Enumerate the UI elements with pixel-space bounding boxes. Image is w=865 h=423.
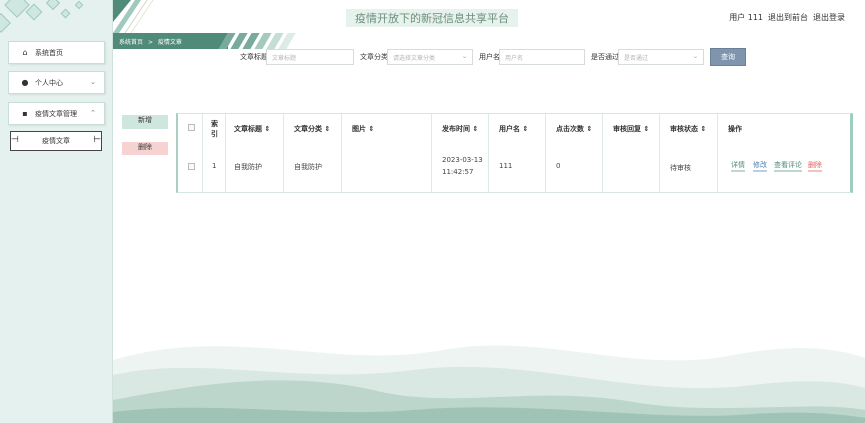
cell-clicks: 0 xyxy=(556,162,561,170)
column-header-title[interactable]: 文章标题 ⇕ xyxy=(234,124,270,134)
breadcrumb-separator: > xyxy=(147,39,153,46)
column-header-category[interactable]: 文章分类 ⇕ xyxy=(294,124,330,134)
sort-icon: ⇕ xyxy=(472,125,479,133)
breadcrumb-home-link[interactable]: 系统首页 xyxy=(119,39,143,46)
sort-icon: ⇕ xyxy=(522,125,529,133)
sort-icon: ⇕ xyxy=(643,125,650,133)
sidebar-item-personal-center[interactable]: ● 个人中心 ⌄ xyxy=(8,71,105,94)
edit-button[interactable]: 修改 xyxy=(753,160,767,172)
approved-filter-label: 是否通过 xyxy=(591,53,619,61)
chevron-down-icon: ⌄ xyxy=(90,78,96,86)
row-checkbox[interactable] xyxy=(188,163,195,170)
category-filter-label: 文章分类 xyxy=(360,53,388,61)
title-filter-input[interactable]: 文章标题 xyxy=(266,49,354,65)
column-header-index: 索引 xyxy=(211,120,218,138)
sort-icon: ⇕ xyxy=(586,125,593,133)
sort-icon: ⇕ xyxy=(324,125,331,133)
approved-filter-select[interactable]: 是否通过 ⌄ xyxy=(618,49,704,65)
column-header-image[interactable]: 图片 ⇕ xyxy=(352,124,374,134)
column-header-actions: 操作 xyxy=(728,125,742,133)
breadcrumb: 系统首页 > 疫情文章 xyxy=(113,33,298,49)
sidebar-item-label: 疫情文章管理 xyxy=(35,109,77,118)
add-button[interactable]: 新增 xyxy=(122,115,168,129)
cell-category: 自我防护 xyxy=(294,163,322,171)
column-header-publish-time[interactable]: 发布时间 ⇕ xyxy=(442,124,478,134)
sidebar-item-label: 个人中心 xyxy=(35,78,63,87)
sidebar-subitem-epidemic-articles[interactable]: ⊣ 疫情文章 ⊢ xyxy=(10,131,102,151)
chevron-up-icon: ⌃ xyxy=(90,109,96,117)
search-button[interactable]: 查询 xyxy=(710,48,746,66)
title-filter-label: 文章标题 xyxy=(240,53,268,61)
sidebar-item-article-management[interactable]: ▪ 疫情文章管理 ⌃ xyxy=(8,102,105,125)
app-window: ⌂ 系统首页 ● 个人中心 ⌄ ▪ 疫情文章管理 ⌃ ⊣ 疫情文章 ⊢ 疫情开放… xyxy=(0,0,865,423)
grid-icon: ▪ xyxy=(22,109,28,118)
title-filter-placeholder: 文章标题 xyxy=(272,54,297,62)
articles-table: 索引 文章标题 ⇕ 文章分类 ⇕ 图片 ⇕ 发布时间 ⇕ 用户名 ⇕ 点击次数 … xyxy=(176,113,853,193)
category-filter-select[interactable]: 请选择文章分类 ⌄ xyxy=(387,49,473,65)
sort-icon: ⇕ xyxy=(264,125,271,133)
sidebar-decoration xyxy=(0,0,113,40)
user-icon: ● xyxy=(21,78,29,87)
background-waves xyxy=(113,345,865,423)
cell-title: 自我防护 xyxy=(234,163,262,171)
sidebar-item-home[interactable]: ⌂ 系统首页 xyxy=(8,41,105,64)
site-title: 疫情开放下的新冠信息共享平台 xyxy=(346,9,518,27)
home-icon: ⌂ xyxy=(22,48,28,57)
sort-icon: ⇕ xyxy=(700,125,707,133)
chevron-down-icon: ⌄ xyxy=(461,53,467,60)
back-to-front-link[interactable]: 退出到前台 xyxy=(768,12,808,23)
column-header-username[interactable]: 用户名 ⇕ xyxy=(499,124,528,134)
chevron-down-icon: ⌄ xyxy=(692,53,698,60)
sidebar: ⌂ 系统首页 ● 个人中心 ⌄ ▪ 疫情文章管理 ⌃ ⊣ 疫情文章 ⊢ xyxy=(0,0,113,423)
column-header-reply[interactable]: 审核回复 ⇕ xyxy=(613,124,649,134)
approved-filter-placeholder: 是否通过 xyxy=(624,54,649,62)
batch-delete-button[interactable]: 删除 xyxy=(122,142,168,155)
category-filter-placeholder: 请选择文章分类 xyxy=(393,54,436,62)
cell-index: 1 xyxy=(212,162,217,170)
user-bar: 用户 111 退出到前台 退出登录 xyxy=(729,12,845,23)
logout-link[interactable]: 退出登录 xyxy=(813,12,845,23)
sidebar-subitem-label: 疫情文章 xyxy=(42,137,70,145)
select-all-checkbox[interactable] xyxy=(188,124,195,131)
delete-button[interactable]: 删除 xyxy=(808,160,822,172)
cell-date: 2023-03-13 xyxy=(442,156,483,164)
header: 疫情开放下的新冠信息共享平台 用户 111 退出到前台 退出登录 xyxy=(113,0,865,33)
sidebar-item-label: 系统首页 xyxy=(35,48,63,57)
resize-handle-icon: ⊢ xyxy=(93,135,101,145)
username-filter-label: 用户名 xyxy=(479,53,500,61)
cell-time: 11:42:57 xyxy=(442,168,474,176)
breadcrumb-current: 疫情文章 xyxy=(157,39,182,46)
username-filter-placeholder: 用户名 xyxy=(505,54,524,62)
detail-button[interactable]: 详情 xyxy=(731,160,745,172)
header-decoration xyxy=(113,0,183,33)
resize-handle-icon: ⊣ xyxy=(11,135,19,145)
username-filter-input[interactable]: 用户名 xyxy=(499,49,585,65)
column-header-clicks[interactable]: 点击次数 ⇕ xyxy=(556,124,592,134)
username-label: 用户 111 xyxy=(729,13,763,22)
view-comments-button[interactable]: 查看评论 xyxy=(774,160,802,172)
cell-username: 111 xyxy=(499,162,513,170)
column-header-status[interactable]: 审核状态 ⇕ xyxy=(670,124,706,134)
sort-icon: ⇕ xyxy=(368,125,375,133)
cell-status: 待审核 xyxy=(670,164,691,172)
